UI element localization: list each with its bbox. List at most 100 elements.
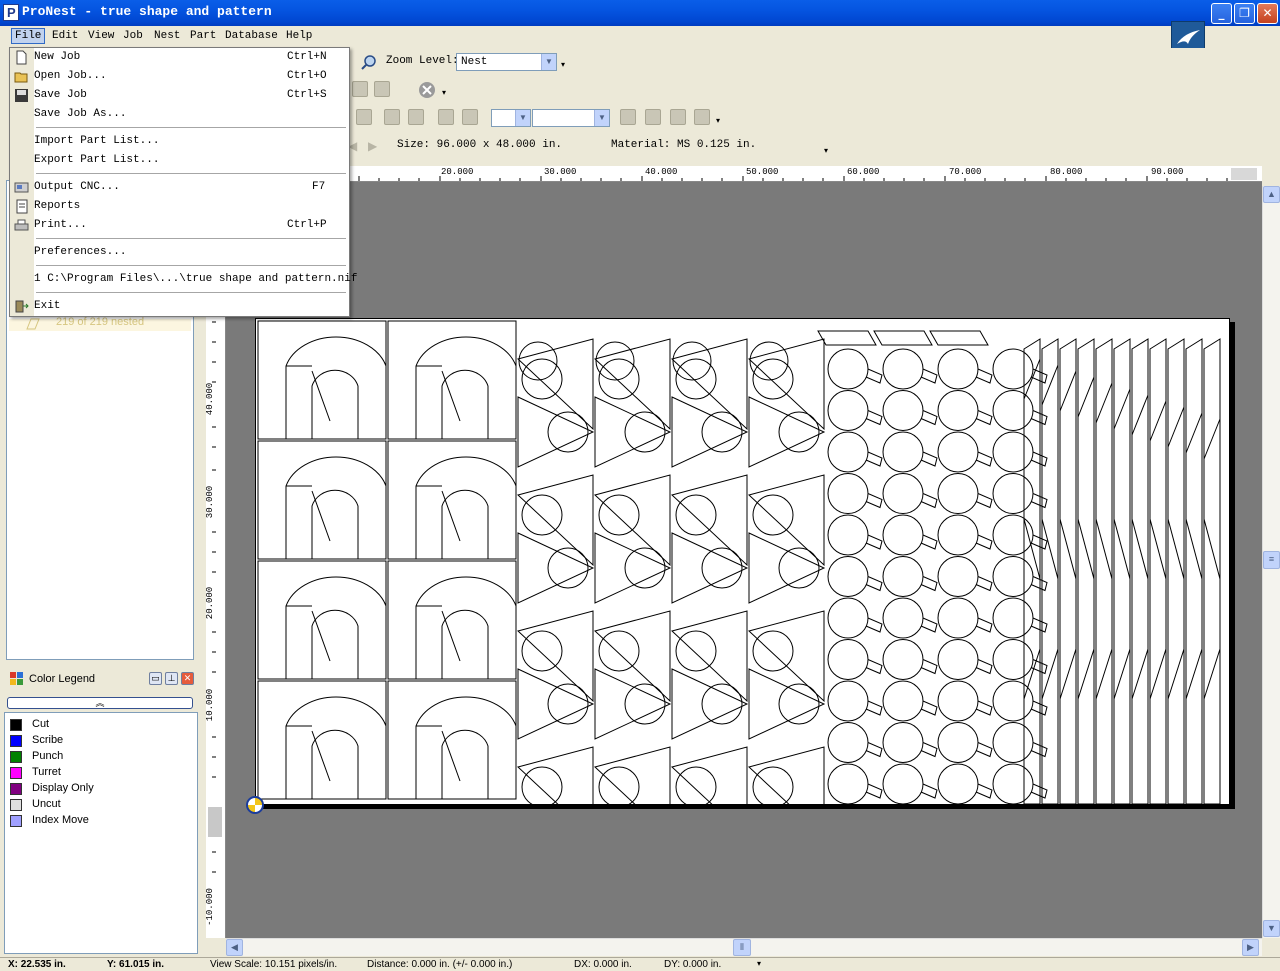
bump-icon[interactable] bbox=[645, 109, 661, 125]
menu-edit[interactable]: Edit bbox=[52, 30, 78, 42]
toolbar-overflow-icon-3[interactable]: ▾ bbox=[716, 116, 720, 125]
menu-item-export-part-list[interactable]: Export Part List... bbox=[10, 151, 349, 170]
menu-nest[interactable]: Nest bbox=[154, 30, 180, 42]
part-strip-line bbox=[1077, 376, 1095, 418]
menu-item-exit[interactable]: Exit bbox=[10, 297, 349, 316]
vertical-scrollbar[interactable]: ▲ ≡ ▼ bbox=[1262, 186, 1280, 938]
part-key-tab bbox=[975, 493, 993, 509]
menu-item-label: Export Part List... bbox=[34, 154, 160, 166]
part-key-tab bbox=[920, 783, 938, 799]
part-line bbox=[311, 730, 331, 782]
part-triangle bbox=[594, 532, 672, 604]
zoom-level-select[interactable]: Nest ▼ bbox=[456, 53, 557, 71]
part-key-tab bbox=[975, 742, 993, 758]
part-line bbox=[441, 730, 461, 782]
nest-sheet[interactable] bbox=[255, 318, 1230, 839]
ruler-top-label: 20.000 bbox=[441, 167, 474, 177]
menu-item-label: Preferences... bbox=[34, 246, 127, 258]
close-button[interactable]: ✕ bbox=[1257, 3, 1278, 24]
scroll-left-icon[interactable]: ◀ bbox=[226, 939, 243, 956]
menu-item-open-job[interactable]: Open Job... Ctrl+O bbox=[10, 67, 349, 86]
part-key-tab bbox=[920, 368, 938, 384]
spread-icon[interactable] bbox=[438, 109, 454, 125]
part-select-1[interactable]: ▼ bbox=[491, 109, 531, 127]
title-bar: ProNest - true shape and pattern _ ❐ ✕ bbox=[0, 0, 1280, 26]
legend-swatch bbox=[10, 735, 22, 747]
dock-icon[interactable]: ▭ bbox=[149, 672, 162, 685]
status-overflow-icon[interactable]: ▾ bbox=[757, 959, 761, 968]
horizontal-scrollbar[interactable]: ◀ ⦀ ▶ bbox=[226, 938, 1262, 956]
restore-button[interactable]: ❐ bbox=[1234, 3, 1255, 24]
menu-view[interactable]: View bbox=[88, 30, 114, 42]
menu-item-save-job[interactable]: Save Job Ctrl+S bbox=[10, 86, 349, 105]
scroll-down-icon[interactable]: ▼ bbox=[1263, 920, 1280, 937]
menu-item-save-job-as[interactable]: Save Job As... bbox=[10, 105, 349, 124]
move-icon[interactable] bbox=[620, 109, 636, 125]
cancel-icon[interactable] bbox=[418, 81, 436, 99]
scroll-thumb-horizontal[interactable]: ⦀ bbox=[733, 939, 751, 956]
nest-grid-icon[interactable] bbox=[352, 81, 368, 97]
menu-item-import-part-list[interactable]: Import Part List... bbox=[10, 132, 349, 151]
part-triangle bbox=[671, 668, 749, 740]
part-triangle bbox=[593, 610, 671, 703]
toolbar-overflow-icon-4[interactable]: ▾ bbox=[824, 146, 828, 155]
part-key-circle bbox=[937, 763, 979, 805]
app-icon[interactable] bbox=[3, 4, 19, 21]
scroll-thumb-vertical[interactable]: ≡ bbox=[1263, 551, 1280, 569]
legend-swatch bbox=[10, 719, 22, 731]
part-hole bbox=[598, 630, 640, 672]
color-legend-header: Color Legend ▭ ⊥ ✕ bbox=[4, 668, 200, 690]
legend-label: Cut bbox=[32, 718, 50, 730]
menu-help[interactable]: Help bbox=[286, 30, 312, 42]
nest-pattern-icon[interactable] bbox=[374, 81, 390, 97]
next-plate-icon[interactable]: ▶ bbox=[368, 139, 377, 153]
part-select-2[interactable]: ▼ bbox=[532, 109, 610, 127]
part-arc bbox=[311, 609, 359, 679]
minimize-button[interactable]: _ bbox=[1211, 3, 1232, 24]
menu-item-recent-file-1[interactable]: 1 C:\Program Files\...\true shape and pa… bbox=[10, 270, 357, 289]
toolbar-overflow-icon-2[interactable]: ▾ bbox=[442, 88, 446, 97]
part-strip-line bbox=[1095, 518, 1113, 580]
menu-database[interactable]: Database bbox=[225, 30, 278, 42]
part-arc bbox=[285, 336, 387, 439]
sequence-icon[interactable] bbox=[694, 109, 710, 125]
part-key-circle bbox=[937, 556, 979, 597]
menu-item-reports[interactable]: Reports bbox=[10, 197, 349, 216]
part-key-circle bbox=[937, 390, 979, 431]
part-triangle bbox=[594, 668, 672, 740]
part-key-circle bbox=[827, 390, 869, 431]
menu-item-label: Open Job... bbox=[34, 70, 107, 82]
menu-file[interactable]: File bbox=[11, 28, 46, 44]
menu-item-preferences[interactable]: Preferences... bbox=[10, 243, 349, 262]
ruler-top-label: 40.000 bbox=[645, 167, 678, 177]
menu-item-output-cnc[interactable]: Output CNC... F7 bbox=[10, 178, 349, 197]
chevron-down-icon: ▼ bbox=[515, 110, 530, 126]
menu-job[interactable]: Job bbox=[123, 30, 143, 42]
scroll-up-icon[interactable]: ▲ bbox=[1263, 186, 1280, 203]
legend-label: Scribe bbox=[32, 734, 64, 746]
part-hole bbox=[624, 411, 666, 453]
align-bottom-icon[interactable] bbox=[408, 109, 424, 125]
legend-collapse-button[interactable]: ︽ bbox=[7, 697, 193, 709]
status-y: Y: 61.015 in. bbox=[107, 959, 165, 970]
menu-part[interactable]: Part bbox=[190, 30, 216, 42]
menu-item-print[interactable]: Print... Ctrl+P bbox=[10, 216, 349, 235]
align-top-icon[interactable] bbox=[384, 109, 400, 125]
scroll-right-icon[interactable]: ▶ bbox=[1242, 939, 1259, 956]
part-strip-line bbox=[1149, 400, 1167, 442]
printer-icon bbox=[14, 219, 29, 231]
part-key-circle bbox=[992, 556, 1034, 597]
part-sliver bbox=[929, 330, 989, 346]
part-key-circle bbox=[882, 514, 924, 556]
toolbar-overflow-icon[interactable]: ▾ bbox=[561, 60, 565, 69]
menu-item-new-job[interactable]: New Job Ctrl+N bbox=[10, 48, 349, 67]
part-triangle bbox=[593, 474, 671, 567]
zoom-icon[interactable] bbox=[360, 53, 378, 71]
compact-icon[interactable] bbox=[462, 109, 478, 125]
rotate-icon[interactable] bbox=[356, 109, 372, 125]
pin-icon[interactable]: ⊥ bbox=[165, 672, 178, 685]
part-key-circle bbox=[937, 514, 979, 556]
close-panel-icon[interactable]: ✕ bbox=[181, 672, 194, 685]
part-strip-line bbox=[1167, 648, 1185, 700]
array-icon[interactable] bbox=[670, 109, 686, 125]
